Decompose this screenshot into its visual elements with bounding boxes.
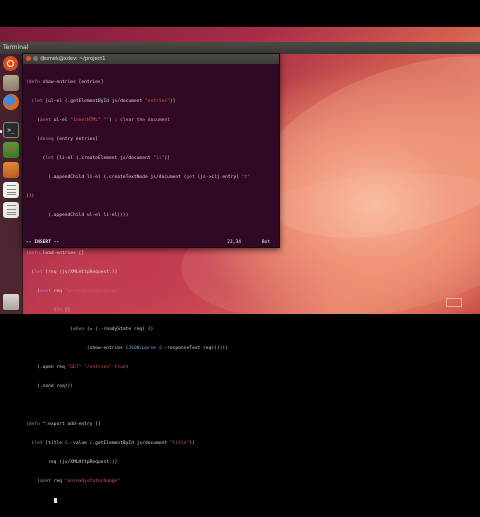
watermark-logo [432, 298, 476, 312]
code-line [26, 498, 276, 504]
minimize-icon[interactable] [33, 56, 38, 61]
code-line: (fn [] [26, 308, 71, 314]
code-line: (doseq [entry entries] [26, 136, 98, 142]
impress-icon[interactable] [3, 162, 19, 178]
code-line: (let [req (js/XMLHttpRequest.)] [26, 270, 118, 275]
code-line: req (js/XMLHttpRequest.)] [26, 460, 118, 466]
terminal-window[interactable]: tomek@xdev: ~/project1 (defn show-entrie… [22, 53, 280, 504]
code-line: (let [title (.-value (.getElementById js… [26, 441, 195, 447]
close-icon[interactable] [26, 56, 31, 61]
firefox-icon[interactable] [3, 94, 19, 110]
vim-status-line: -- INSERT -- 23,34 Bot [26, 240, 276, 246]
code-line: (when (= (.-readyState req) 4) [26, 327, 154, 333]
code-line: (aset req "onreadystatechange" [26, 479, 121, 485]
code-line: ))) [26, 193, 35, 199]
terminal-icon[interactable]: >_ [3, 122, 19, 138]
launcher: >_ Σ [0, 54, 23, 314]
code-line: (let [ul-el (.getElementById js/document… [31, 98, 176, 104]
code-line: (let [li-el (.createElement js/document … [26, 155, 170, 161]
cursor-position: 23,34 [227, 240, 241, 245]
dash-icon[interactable] [3, 56, 18, 71]
code-line: (.open req "GET" "/entries" true) [26, 365, 129, 371]
trash-icon[interactable] [3, 294, 19, 310]
document-icon-2[interactable] [3, 202, 19, 218]
code-line: (aset req "onreadystatechange" [26, 289, 121, 295]
code-line: (aset ul-el "innerHTML" "") ; clear the … [26, 117, 170, 123]
code-line: (defn ^:export add-entry [] [26, 422, 101, 428]
files-icon[interactable] [3, 75, 19, 91]
terminal-icon-glyph: >_ [7, 126, 15, 134]
code-line: (defn load-entries [] [26, 250, 85, 256]
calc-icon[interactable]: Σ [3, 142, 19, 158]
code-editor[interactable]: (defn show-entries [entries] (let [ul-el… [26, 67, 276, 504]
terminal-titlebar[interactable]: tomek@xdev: ~/project1 [23, 54, 279, 64]
code-line: (.send req))) [26, 384, 74, 390]
code-line: (show-entries (JSON/parse (.-responseTex… [26, 346, 228, 352]
code-line: (.appendChild li-el (.createTextNode js/… [26, 174, 251, 180]
code-line: (defn show-entries [entries] [26, 79, 104, 85]
running-indicator [0, 130, 2, 133]
scroll-indicator: Bot [261, 240, 270, 245]
vim-mode: -- INSERT -- [26, 240, 60, 245]
code-line: (.appendChild ul-el li-el)))) [26, 212, 129, 218]
text-cursor [53, 498, 57, 504]
terminal-title: tomek@xdev: ~/project1 [43, 56, 106, 62]
document-icon[interactable] [3, 182, 19, 198]
